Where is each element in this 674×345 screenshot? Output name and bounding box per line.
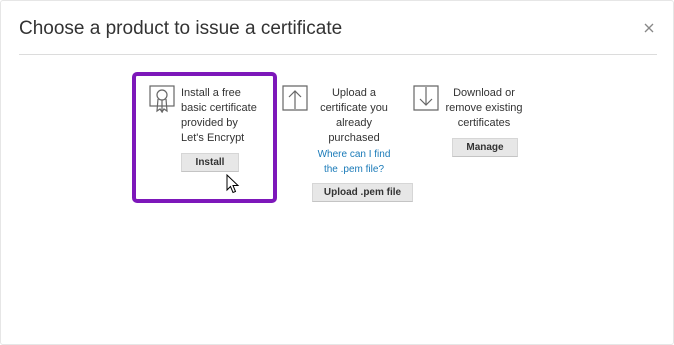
pem-help-link[interactable]: Where can I find the .pem file? (309, 147, 399, 177)
download-arrow-icon (413, 85, 439, 116)
upload-description: Upload a certificate you already purchas… (309, 86, 399, 146)
certificate-dialog: Choose a product to issue a certificate … (0, 0, 674, 345)
pem-help-link-line-1: Where can I find (317, 149, 391, 160)
manage-line-2: remove existing (445, 102, 523, 114)
upload-line-2: certificate you (320, 102, 388, 114)
mouse-cursor-icon (226, 173, 240, 199)
manage-description: Download or remove existing certificates (439, 86, 529, 131)
pem-help-link-line-2: the .pem file? (323, 164, 385, 175)
close-button[interactable] (641, 20, 657, 36)
manage-line-1: Download or (453, 87, 515, 99)
upload-line-4: purchased (328, 132, 380, 144)
dialog-title: Choose a product to issue a certificate (19, 18, 343, 39)
highlight-box (132, 72, 277, 203)
upload-line-3: already (335, 117, 373, 129)
manage-button[interactable]: Manage (452, 138, 518, 157)
manage-line-3: certificates (457, 117, 511, 129)
upload-arrow-icon (282, 85, 308, 116)
upload-line-1: Upload a (331, 87, 377, 99)
close-icon (644, 23, 654, 33)
upload-pem-button[interactable]: Upload .pem file (312, 183, 413, 202)
header-divider (19, 54, 657, 55)
